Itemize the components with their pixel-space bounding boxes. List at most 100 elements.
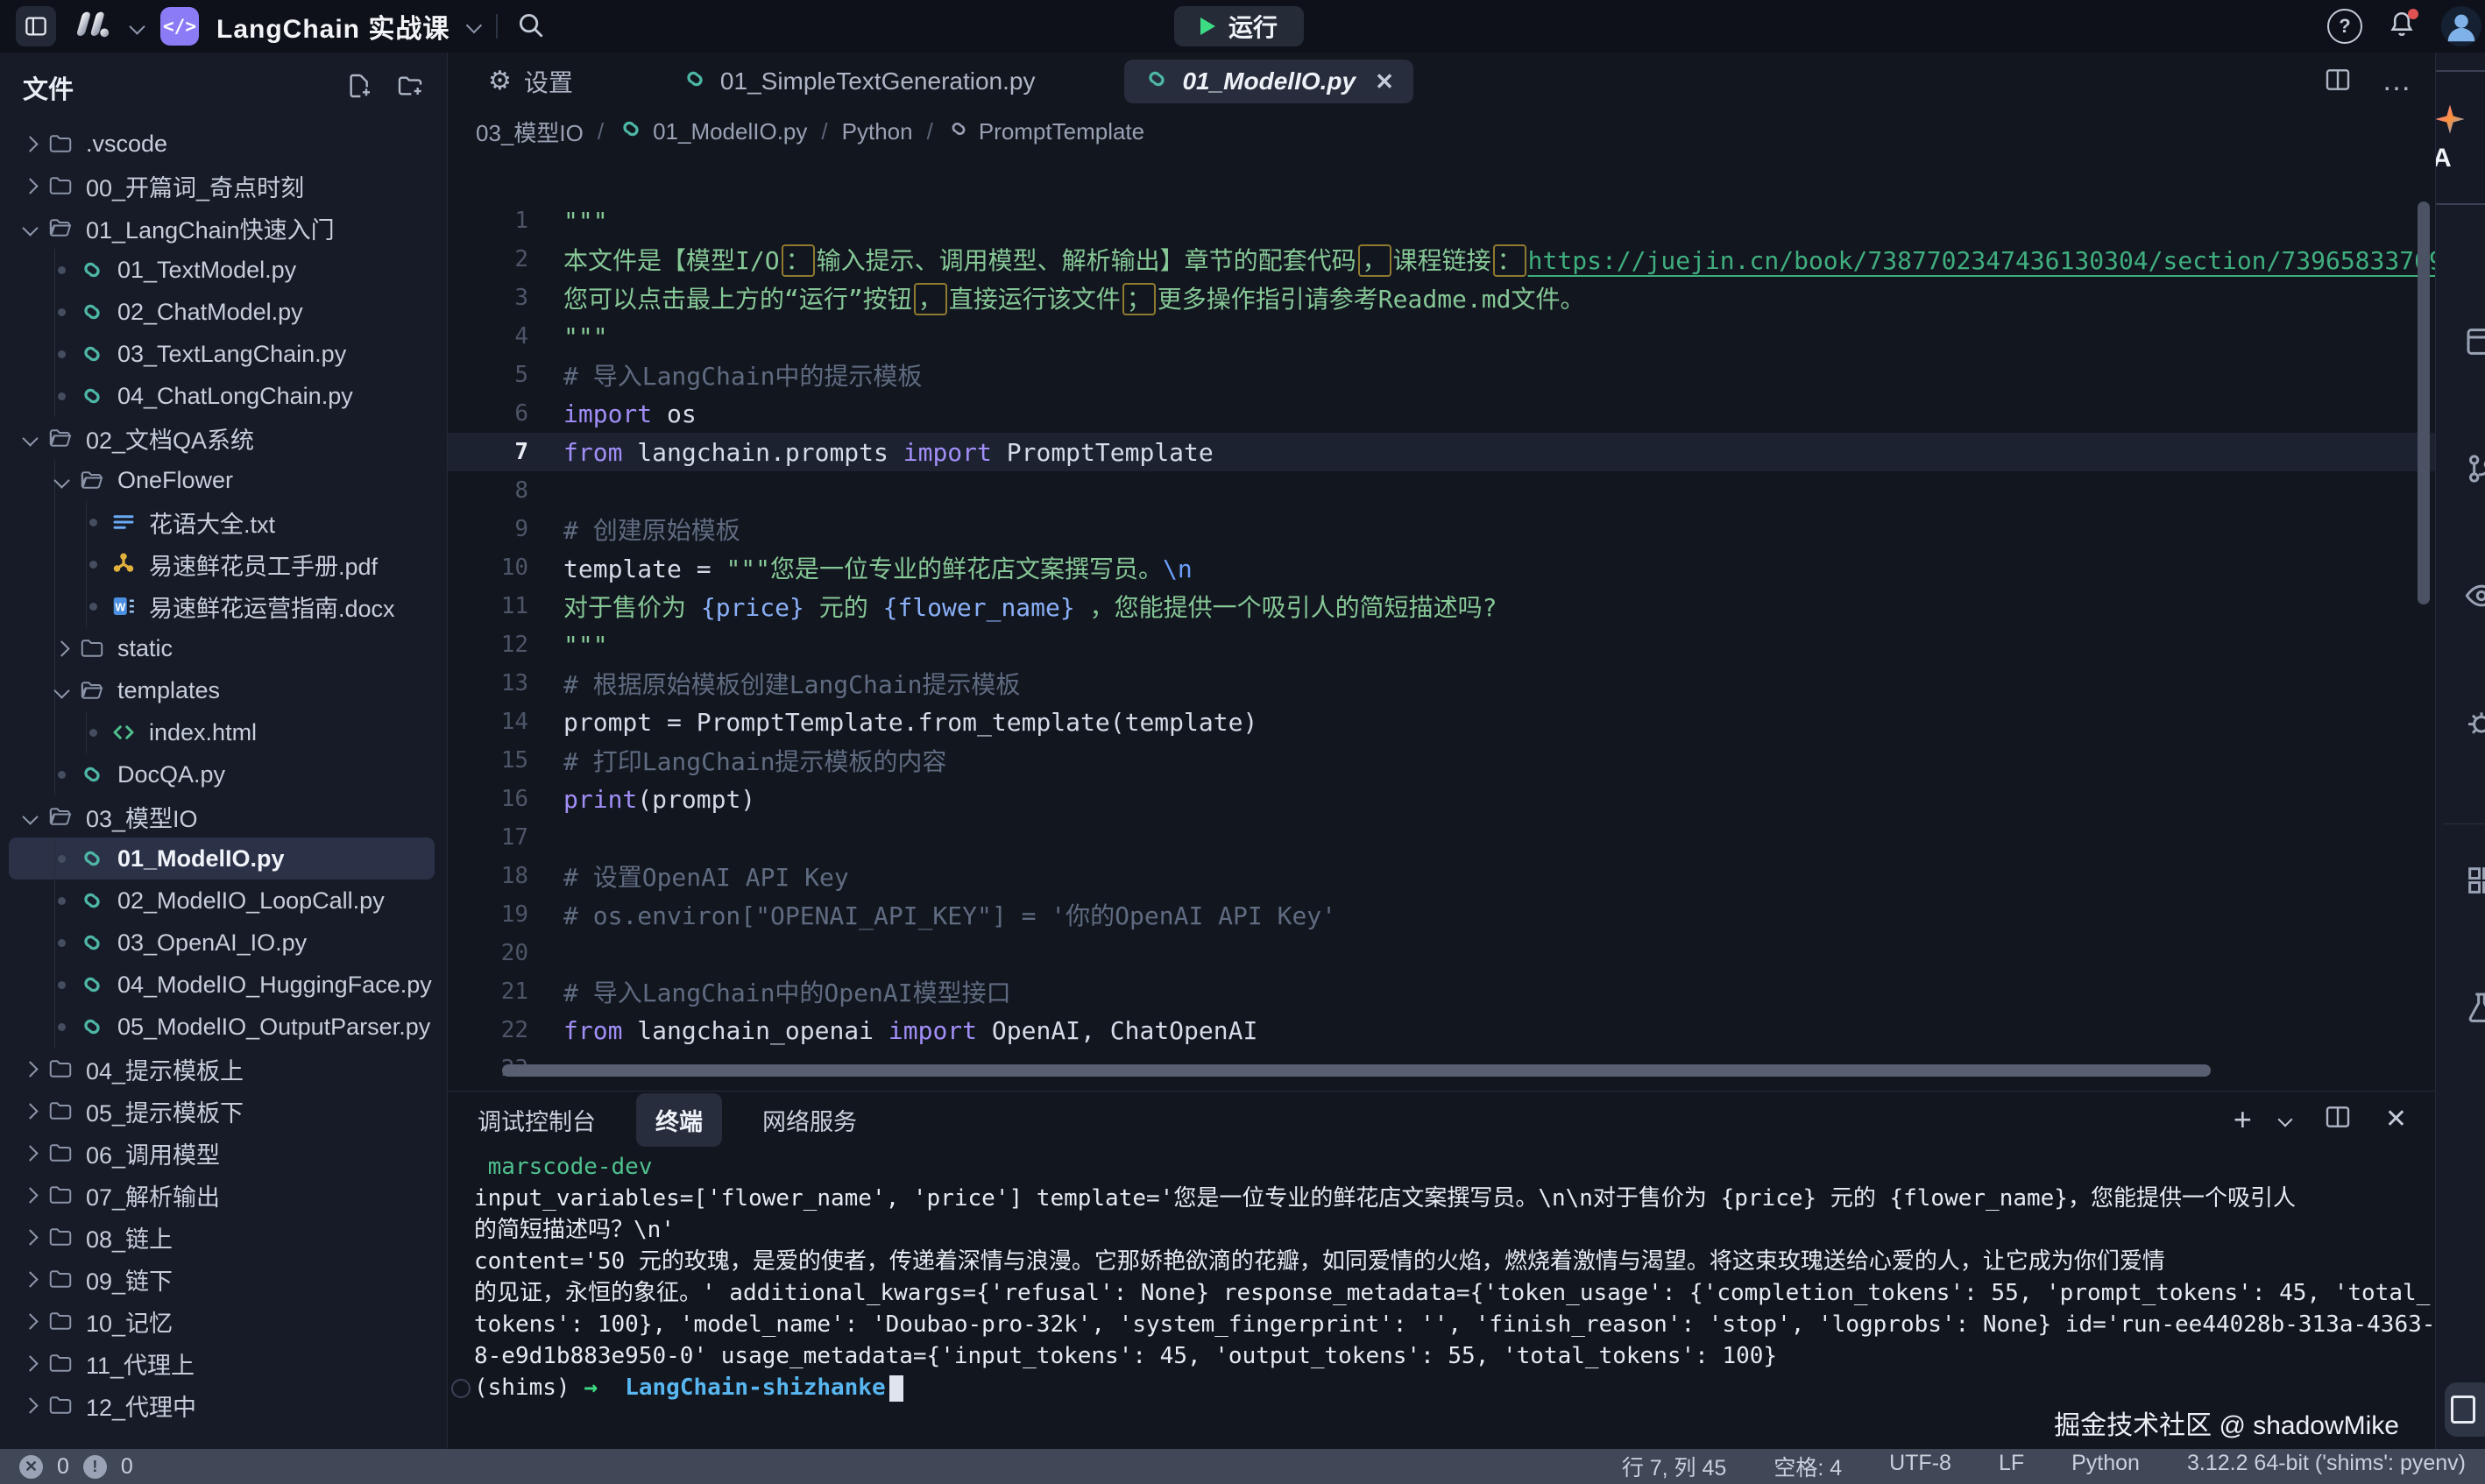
breadcrumb-segment[interactable]: Python bbox=[842, 118, 913, 145]
tree-item[interactable]: 01_LangChain快速入门 bbox=[9, 207, 435, 249]
editor-tab[interactable]: 01_SimpleTextGeneration.py bbox=[662, 60, 1055, 103]
status-item[interactable]: 3.12.2 64-bit ('shims': pyenv) bbox=[2187, 1451, 2466, 1482]
tree-item[interactable]: 06_调用模型 bbox=[9, 1132, 435, 1174]
more-actions-icon[interactable]: … bbox=[2382, 75, 2414, 88]
panel-tab[interactable]: 终端 bbox=[636, 1093, 722, 1147]
tree-item[interactable]: templates bbox=[9, 669, 435, 711]
tree-item[interactable]: 02_ModelIO_LoopCall.py bbox=[9, 880, 435, 922]
logo-chevron-down-icon[interactable] bbox=[129, 18, 145, 34]
split-editor-icon[interactable] bbox=[2324, 66, 2352, 98]
tree-item[interactable]: 11_代理上 bbox=[9, 1342, 435, 1384]
tree-item[interactable]: 10_记忆 bbox=[9, 1300, 435, 1342]
code-line[interactable]: 18# 设置OpenAI API Key bbox=[448, 857, 2435, 895]
code-line[interactable]: 4""" bbox=[448, 317, 2435, 356]
new-terminal-icon[interactable]: + bbox=[2234, 1104, 2252, 1135]
flask-icon[interactable] bbox=[2464, 990, 2485, 1025]
tree-item[interactable]: 易速鲜花员工手册.pdf bbox=[9, 543, 435, 585]
code-line[interactable]: 8 bbox=[448, 471, 2435, 510]
marscode-logo[interactable] bbox=[74, 9, 114, 45]
tree-item[interactable]: 12_代理中 bbox=[9, 1384, 435, 1426]
user-avatar[interactable] bbox=[2441, 6, 2481, 46]
code-line[interactable]: 16print(prompt) bbox=[448, 780, 2435, 818]
tree-item[interactable]: 05_ModelIO_OutputParser.py bbox=[9, 1006, 435, 1048]
code-line[interactable]: 5# 导入LangChain中的提示模板 bbox=[448, 356, 2435, 394]
tree-item[interactable]: 00_开篇词_奇点时刻 bbox=[9, 165, 435, 207]
code-line[interactable]: 17 bbox=[448, 818, 2435, 857]
tree-item[interactable]: 03_TextLangChain.py bbox=[9, 333, 435, 375]
help-button[interactable]: ? bbox=[2327, 9, 2362, 44]
ai-assistant-button[interactable]: A bbox=[2435, 70, 2485, 205]
new-file-button[interactable] bbox=[345, 72, 373, 104]
code-line[interactable]: 7from langchain.prompts import PromptTem… bbox=[448, 433, 2435, 471]
panel-tab[interactable]: 调试控制台 bbox=[476, 1093, 598, 1147]
code-line[interactable]: 3您可以点击最上方的“运行”按钮，直接运行该文件；更多操作指引请参考Readme… bbox=[448, 279, 2435, 317]
code-line[interactable]: 21# 导入LangChain中的OpenAI模型接口 bbox=[448, 972, 2435, 1011]
terminal-dropdown-icon[interactable] bbox=[2277, 1113, 2292, 1127]
project-chevron-down-icon[interactable] bbox=[466, 17, 482, 32]
terminal-prompt[interactable]: (shims) → LangChain-shizhanke bbox=[474, 1372, 2435, 1403]
code-line[interactable]: 19# os.environ["OPENAI_API_KEY"] = '你的Op… bbox=[448, 895, 2435, 934]
project-title[interactable]: LangChain 实战课 bbox=[216, 7, 450, 46]
breadcrumb-segment[interactable]: 03_模型IO bbox=[476, 116, 584, 148]
code-line[interactable]: 2本文件是【模型I/O：输入提示、调用模型、解析输出】章节的配套代码，课程链接：… bbox=[448, 240, 2435, 279]
code-line[interactable]: 15# 打印LangChain提示模板的内容 bbox=[448, 741, 2435, 780]
bug-icon[interactable] bbox=[2464, 705, 2485, 740]
code-line[interactable]: 11对于售价为 {price} 元的 {flower_name} ，您能提供一个… bbox=[448, 587, 2435, 625]
breadcrumb[interactable]: 03_模型IO/01_ModelIO.py/Python/PromptTempl… bbox=[448, 110, 2435, 152]
editor-tab[interactable]: 01_ModelIO.py✕ bbox=[1124, 60, 1412, 103]
tree-item[interactable]: 05_提示模板下 bbox=[9, 1090, 435, 1132]
status-item[interactable]: LF bbox=[1999, 1451, 2024, 1482]
extensions-icon[interactable] bbox=[2464, 863, 2485, 898]
tree-item[interactable]: 03_模型IO bbox=[9, 795, 435, 837]
code-line[interactable]: 22from langchain_openai import OpenAI, C… bbox=[448, 1011, 2435, 1049]
tree-item[interactable]: 08_链上 bbox=[9, 1216, 435, 1258]
panel-tab[interactable]: 网络服务 bbox=[761, 1093, 859, 1147]
code-line[interactable]: 13# 根据原始模板创建LangChain提示模板 bbox=[448, 664, 2435, 703]
tree-item[interactable]: 02_ChatModel.py bbox=[9, 291, 435, 333]
preview-icon[interactable] bbox=[2464, 324, 2485, 359]
editor-horizontal-scrollbar[interactable] bbox=[502, 1064, 2211, 1077]
code-line[interactable]: 12""" bbox=[448, 625, 2435, 664]
status-item[interactable]: UTF-8 bbox=[1889, 1451, 1951, 1482]
tree-item[interactable]: 03_OpenAI_IO.py bbox=[9, 922, 435, 964]
status-item[interactable]: 行 7, 列 45 bbox=[1622, 1451, 1727, 1482]
close-panel-icon[interactable]: ✕ bbox=[2385, 1106, 2407, 1133]
errors-count[interactable]: 0 bbox=[57, 1454, 69, 1480]
tree-item[interactable]: .vscode bbox=[9, 123, 435, 165]
errors-icon[interactable]: ✕ bbox=[19, 1455, 43, 1479]
code-line[interactable]: 20 bbox=[448, 934, 2435, 972]
scroll-to-bottom-button[interactable] bbox=[2445, 1382, 2485, 1437]
breadcrumb-segment[interactable]: 01_ModelIO.py bbox=[618, 116, 807, 148]
run-button[interactable]: 运行 bbox=[1174, 6, 1304, 46]
eye-icon[interactable] bbox=[2464, 578, 2485, 613]
tree-item[interactable]: 04_提示模板上 bbox=[9, 1048, 435, 1090]
tree-item[interactable]: 02_文档QA系统 bbox=[9, 417, 435, 459]
sidebar-toggle-button[interactable] bbox=[16, 6, 56, 46]
tree-item[interactable]: 09_链下 bbox=[9, 1258, 435, 1300]
code-line[interactable]: 9# 创建原始模板 bbox=[448, 510, 2435, 548]
source-control-icon[interactable] bbox=[2464, 451, 2485, 486]
tree-item[interactable]: OneFlower bbox=[9, 459, 435, 501]
status-item[interactable]: Python bbox=[2071, 1451, 2140, 1482]
breadcrumb-segment[interactable]: PromptTemplate bbox=[947, 117, 1144, 146]
new-folder-button[interactable] bbox=[396, 72, 424, 104]
tree-item[interactable]: 01_ModelIO.py bbox=[9, 837, 435, 880]
close-icon[interactable]: ✕ bbox=[1375, 68, 1394, 95]
search-button[interactable] bbox=[515, 10, 545, 44]
tree-item[interactable]: 04_ChatLongChain.py bbox=[9, 375, 435, 417]
notifications-button[interactable] bbox=[2387, 10, 2417, 44]
tree-item[interactable]: 01_TextModel.py bbox=[9, 249, 435, 291]
editor-tab[interactable]: ⚙设置 bbox=[469, 60, 592, 103]
tree-item[interactable]: DocQA.py bbox=[9, 753, 435, 795]
tree-item[interactable]: 04_ModelIO_HuggingFace.py bbox=[9, 964, 435, 1006]
tree-item[interactable]: static bbox=[9, 627, 435, 669]
tree-item[interactable]: W易速鲜花运营指南.docx bbox=[9, 585, 435, 627]
tree-item[interactable]: 花语大全.txt bbox=[9, 501, 435, 543]
editor-vertical-scrollbar[interactable] bbox=[2418, 201, 2430, 604]
code-line[interactable]: 14prompt = PromptTemplate.from_template(… bbox=[448, 703, 2435, 741]
tree-item[interactable]: index.html bbox=[9, 711, 435, 753]
warnings-count[interactable]: 0 bbox=[121, 1454, 133, 1480]
status-item[interactable]: 空格: 4 bbox=[1773, 1451, 1842, 1482]
split-panel-icon[interactable] bbox=[2324, 1103, 2352, 1137]
tree-item[interactable]: 07_解析输出 bbox=[9, 1174, 435, 1216]
